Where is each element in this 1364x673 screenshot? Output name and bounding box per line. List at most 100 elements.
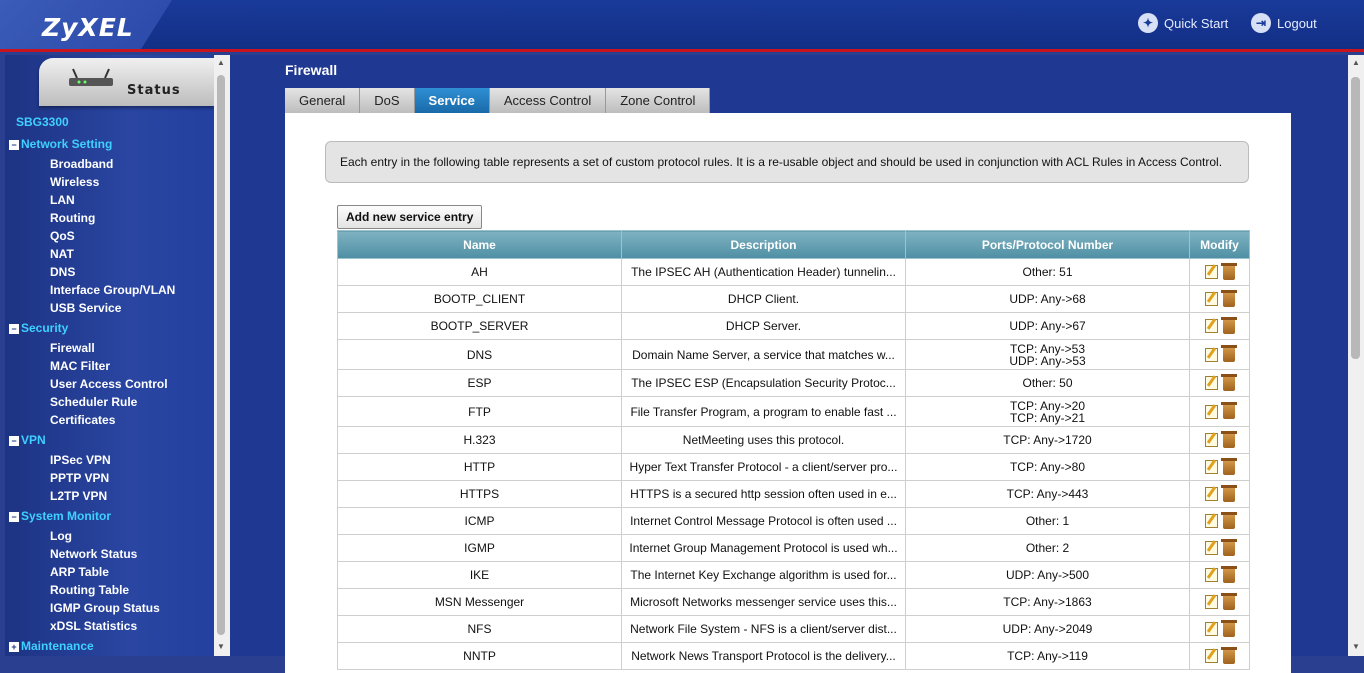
nav-item[interactable]: User Access Control: [50, 377, 168, 391]
nav-item[interactable]: IPSec VPN: [50, 453, 111, 467]
add-service-button[interactable]: Add new service entry: [337, 205, 483, 229]
nav-item[interactable]: Interface Group/VLAN: [50, 283, 175, 297]
nav-item[interactable]: MAC Filter: [50, 359, 110, 373]
modify-actions: [1190, 316, 1249, 334]
nav-group-4[interactable]: + Maintenance: [9, 639, 94, 653]
nav-item[interactable]: USB Service: [50, 301, 121, 315]
sidebar-scroll-thumb[interactable]: [217, 75, 225, 635]
nav-group-2[interactable]: − VPN: [9, 433, 46, 447]
nav-item[interactable]: ARP Table: [50, 565, 109, 579]
main-scrollbar[interactable]: ▲ ▼: [1348, 55, 1364, 656]
edit-icon[interactable]: [1204, 265, 1218, 279]
trash-icon[interactable]: [1220, 289, 1237, 307]
nav-item[interactable]: Certificates: [50, 413, 115, 427]
trash-icon[interactable]: [1220, 402, 1237, 419]
trash-icon[interactable]: [1220, 345, 1237, 362]
trash-icon[interactable]: [1220, 511, 1237, 529]
expand-icon[interactable]: +: [9, 641, 19, 652]
modify-actions: [1190, 511, 1249, 529]
service-description: File Transfer Program, a program to enab…: [621, 396, 906, 427]
collapse-icon[interactable]: −: [9, 435, 19, 446]
nav-item[interactable]: Broadband: [50, 157, 113, 171]
trash-icon[interactable]: [1220, 592, 1237, 610]
nav-item[interactable]: NAT: [50, 247, 74, 261]
port-entry: UDP: Any->2049: [1002, 622, 1093, 636]
nav-group-3[interactable]: − System Monitor: [9, 509, 111, 523]
page-title: Firewall: [285, 62, 338, 78]
collapse-icon[interactable]: −: [9, 323, 19, 334]
nav-item[interactable]: PPTP VPN: [50, 471, 109, 485]
nav-item[interactable]: Scheduler Rule: [50, 395, 137, 409]
edit-icon[interactable]: [1204, 514, 1218, 528]
trash-icon[interactable]: [1220, 457, 1237, 475]
edit-icon[interactable]: [1204, 541, 1218, 555]
trash-icon[interactable]: [1220, 484, 1237, 502]
scroll-down-icon[interactable]: ▼: [217, 642, 225, 651]
trash-icon[interactable]: [1220, 430, 1237, 448]
edit-icon[interactable]: [1204, 595, 1218, 609]
edit-icon[interactable]: [1204, 404, 1218, 419]
col-description[interactable]: Description: [621, 230, 906, 259]
edit-icon[interactable]: [1204, 319, 1218, 333]
edit-icon[interactable]: [1204, 376, 1218, 390]
main-scroll-up-icon[interactable]: ▲: [1352, 58, 1360, 67]
nav-item[interactable]: QoS: [50, 229, 75, 243]
tab-dos[interactable]: DoS: [360, 88, 415, 113]
info-box: Each entry in the following table repres…: [325, 141, 1249, 183]
tab-general[interactable]: General: [285, 88, 361, 113]
trash-icon[interactable]: [1220, 373, 1237, 391]
logout-link[interactable]: ⇥ Logout: [1251, 13, 1317, 33]
collapse-icon[interactable]: −: [9, 139, 19, 150]
edit-icon[interactable]: [1204, 487, 1218, 501]
port-entry: UDP: Any->53: [1009, 353, 1086, 368]
nav-item[interactable]: Routing: [50, 211, 95, 225]
top-banner: ZyXEL ✦ Quick Start ⇥ Logout: [0, 0, 1364, 52]
nav-item[interactable]: L2TP VPN: [50, 489, 107, 503]
main-scroll-down-icon[interactable]: ▼: [1352, 642, 1360, 651]
trash-icon[interactable]: [1220, 316, 1237, 334]
sidebar-scrollbar[interactable]: ▲ ▼: [214, 55, 230, 656]
service-ports: TCP: Any->119: [905, 642, 1190, 670]
nav-group-label: VPN: [21, 433, 46, 447]
edit-icon[interactable]: [1204, 460, 1218, 474]
trash-icon[interactable]: [1220, 646, 1237, 664]
nav-item[interactable]: xDSL Statistics: [50, 619, 137, 633]
col-ports[interactable]: Ports/Protocol Number: [905, 230, 1190, 259]
trash-icon[interactable]: [1220, 619, 1237, 637]
device-name[interactable]: SBG3300: [16, 115, 69, 129]
tab-zone-control[interactable]: Zone Control: [606, 88, 711, 113]
status-tab[interactable]: Status: [39, 58, 214, 106]
nav-item[interactable]: DNS: [50, 265, 75, 279]
main-scroll-thumb[interactable]: [1351, 77, 1360, 359]
edit-icon[interactable]: [1204, 622, 1218, 636]
tab-access-control[interactable]: Access Control: [489, 88, 607, 113]
nav-item[interactable]: Wireless: [50, 175, 99, 189]
collapse-icon[interactable]: −: [9, 511, 19, 522]
col-name[interactable]: Name: [337, 230, 622, 259]
nav-group-1[interactable]: − Security: [9, 321, 68, 335]
nav-item[interactable]: IGMP Group Status: [50, 601, 160, 615]
edit-icon[interactable]: [1204, 347, 1218, 362]
trash-icon[interactable]: [1220, 538, 1237, 556]
trash-icon[interactable]: [1220, 262, 1237, 280]
quick-start-link[interactable]: ✦ Quick Start: [1138, 13, 1228, 33]
edit-icon[interactable]: [1204, 649, 1218, 663]
service-description: Hyper Text Transfer Protocol - a client/…: [621, 453, 906, 481]
port-entry: TCP: Any->119: [1007, 649, 1088, 663]
service-name: IKE: [337, 561, 622, 589]
service-ports: TCP: Any->443: [905, 480, 1190, 508]
port-entry: TCP: Any->1720: [1003, 433, 1092, 447]
nav-item[interactable]: Network Status: [50, 547, 137, 561]
nav-item[interactable]: Routing Table: [50, 583, 129, 597]
nav-item[interactable]: LAN: [50, 193, 75, 207]
trash-icon[interactable]: [1220, 565, 1237, 583]
edit-icon[interactable]: [1204, 568, 1218, 582]
nav-item[interactable]: Firewall: [50, 341, 95, 355]
edit-icon[interactable]: [1204, 433, 1218, 447]
nav-item[interactable]: Log: [50, 529, 72, 543]
scroll-up-icon[interactable]: ▲: [217, 58, 225, 67]
nav-group-0[interactable]: − Network Setting: [9, 137, 112, 151]
service-ports: TCP: Any->20 TCP: Any->21: [905, 396, 1190, 427]
tab-service[interactable]: Service: [414, 88, 490, 113]
edit-icon[interactable]: [1204, 292, 1218, 306]
